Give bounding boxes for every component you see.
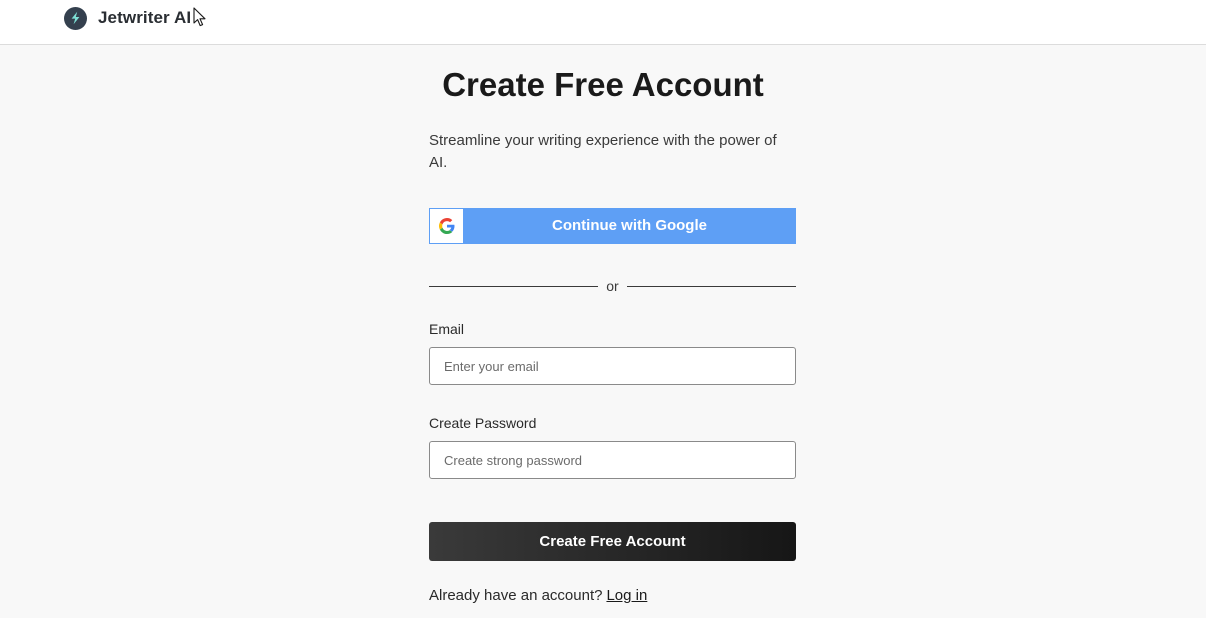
or-divider: or — [429, 276, 796, 296]
create-free-account-button[interactable]: Create Free Account — [429, 522, 796, 561]
mouse-pointer-icon — [193, 7, 207, 32]
brand-name: Jetwriter AI — [98, 8, 192, 27]
google-icon — [430, 209, 463, 243]
log-in-link[interactable]: Log in — [606, 587, 647, 604]
lightning-bolt-logo-icon — [64, 6, 87, 30]
login-prompt: Already have an account? Log in — [429, 586, 647, 606]
login-prompt-text: Already have an account? — [429, 587, 603, 604]
page-subtitle: Streamline your writing experience with … — [429, 132, 777, 171]
password-label: Create Password — [429, 415, 537, 431]
divider-line-right — [627, 286, 796, 287]
google-button-label: Continue with Google — [552, 217, 707, 234]
page-title: Create Free Account — [442, 66, 764, 103]
brand-home-link[interactable]: Jetwriter AI — [64, 6, 191, 30]
email-input[interactable] — [429, 347, 796, 385]
top-navigation-bar: Jetwriter AI — [0, 0, 1206, 45]
continue-with-google-button[interactable]: Continue with Google — [429, 208, 796, 244]
password-input[interactable] — [429, 441, 796, 479]
email-label: Email — [429, 321, 465, 337]
